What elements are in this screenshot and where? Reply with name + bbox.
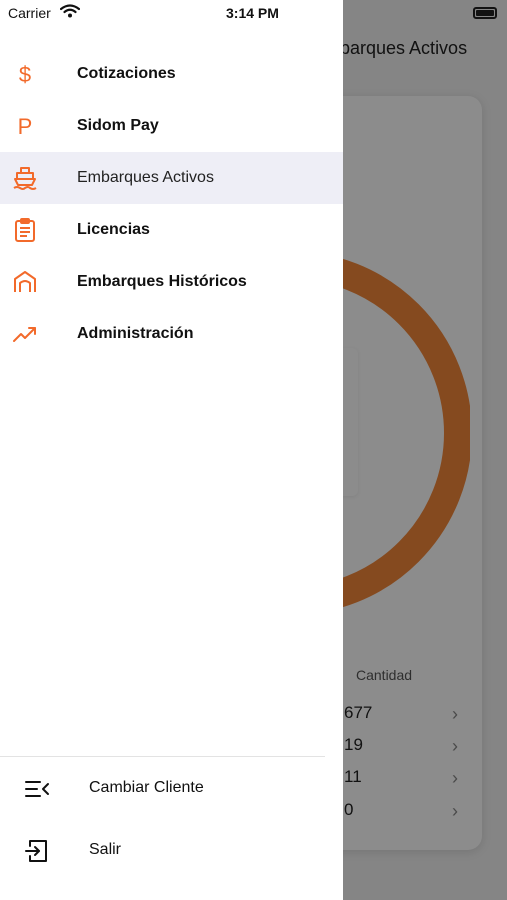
dollar-icon: $ bbox=[12, 61, 38, 87]
ship-icon bbox=[12, 165, 38, 191]
carrier-label: Carrier bbox=[8, 5, 51, 21]
trending-up-icon bbox=[12, 321, 38, 347]
svg-text:$: $ bbox=[19, 62, 31, 87]
menu-item-label: Licencias bbox=[77, 221, 150, 238]
menu-item-label: Embarques Activos bbox=[77, 169, 214, 186]
logout-label: Salir bbox=[89, 841, 122, 858]
clipboard-icon bbox=[12, 217, 38, 243]
menu-item-label: Sidom Pay bbox=[77, 117, 159, 134]
menu-item-label: Embarques Históricos bbox=[77, 273, 247, 290]
p-letter-icon: P bbox=[12, 113, 38, 139]
menu-item-cotizaciones[interactable]: $ Cotizaciones bbox=[0, 48, 343, 100]
logout-button[interactable]: Salir bbox=[0, 826, 343, 876]
menu-item-sidom-pay[interactable]: P Sidom Pay bbox=[0, 100, 343, 152]
menu-item-administracion[interactable]: Administración bbox=[0, 308, 343, 360]
svg-text:P: P bbox=[18, 114, 33, 139]
menu-item-label: Administración bbox=[77, 325, 194, 342]
menu-item-embarques-historicos[interactable]: Embarques Históricos bbox=[0, 256, 343, 308]
drawer-divider bbox=[0, 756, 325, 757]
wifi-icon bbox=[60, 4, 80, 18]
change-client-button[interactable]: Cambiar Cliente bbox=[0, 764, 343, 814]
drawer-menu: $ Cotizaciones P Sidom Pay Embarques Act… bbox=[0, 48, 343, 360]
status-bar: Carrier 3:14 PM bbox=[0, 0, 343, 28]
status-time: 3:14 PM bbox=[226, 5, 279, 21]
logout-icon bbox=[24, 838, 50, 864]
menu-item-label: Cotizaciones bbox=[77, 65, 176, 82]
menu-item-embarques-activos[interactable]: Embarques Activos bbox=[0, 152, 343, 204]
menu-item-licencias[interactable]: Licencias bbox=[0, 204, 343, 256]
change-client-label: Cambiar Cliente bbox=[89, 779, 204, 796]
navigation-drawer: Carrier 3:14 PM $ Cotizaciones P Sidom P… bbox=[0, 0, 343, 900]
switch-menu-icon bbox=[24, 776, 50, 802]
warehouse-icon bbox=[12, 269, 38, 295]
